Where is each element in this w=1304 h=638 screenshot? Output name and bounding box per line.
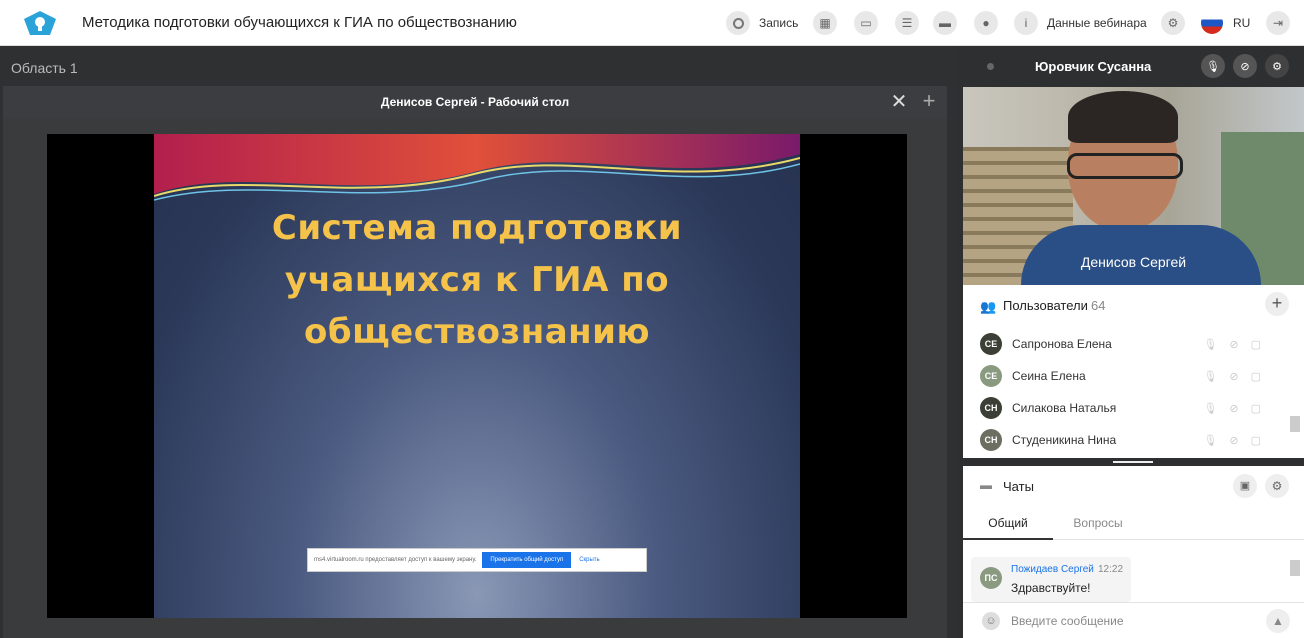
user-controls-icon[interactable]: 🎙⊘▢ (1203, 402, 1273, 415)
screen-share-icon[interactable]: ▭ (854, 11, 878, 35)
screen-share-window: Денисов Сергей - Рабочий стол ✕ + Систем… (3, 86, 947, 638)
info-icon: i (1014, 11, 1038, 35)
app-logo[interactable] (22, 9, 58, 37)
share-bar-text: ms4.virtualroom.ru предоставляет доступ … (314, 557, 477, 563)
status-dot (987, 63, 994, 70)
camera-off-icon[interactable]: ⊘ (1233, 54, 1257, 78)
message-time: 12:22 (1098, 564, 1124, 575)
users-scrollbar[interactable] (1290, 416, 1300, 432)
webinar-data-label: Данные вебинара (1047, 16, 1147, 30)
workspace: Область 1 Денисов Сергей - Рабочий стол … (0, 46, 957, 638)
list-item[interactable]: СН Студеникина Нина 🎙⊘▢ (963, 424, 1293, 456)
chat-archive-icon[interactable]: ▣ (1233, 474, 1257, 498)
user-name: Сеина Елена (1012, 369, 1086, 383)
users-count: 64 (1091, 298, 1106, 313)
stop-sharing-button[interactable]: Прекратить общий доступ (482, 552, 572, 568)
avatar: СН (980, 397, 1002, 419)
chat-tabs: Общий Вопросы (963, 508, 1304, 540)
users-header: 👥 Пользователи 64 + (963, 292, 1304, 324)
message-text: Здравствуйте! (1011, 581, 1091, 595)
message-input[interactable]: ☺ Введите сообщение ▲ (963, 602, 1304, 638)
emoji-icon[interactable]: ☺ (982, 612, 1000, 630)
slide-title-line: Система подготовки (271, 208, 683, 248)
message-author[interactable]: Пожидаев Сергей (1011, 564, 1094, 575)
language-label: RU (1233, 16, 1251, 30)
record-icon (726, 11, 750, 35)
send-icon[interactable]: ▲ (1266, 609, 1290, 633)
chat-message: ПС Пожидаев Сергей 12:22 Здравствуйте! (971, 557, 1131, 602)
person-hair (1068, 91, 1178, 143)
shared-screen: Система подготовки учащихся к ГИА по общ… (47, 134, 907, 618)
settings-gear-icon[interactable]: ⚙ (1265, 54, 1289, 78)
video-label: Денисов Сергей (1080, 254, 1187, 270)
record-label: Запись (759, 16, 799, 30)
user-name: Студеникина Нина (1012, 433, 1117, 447)
area-label: Область 1 (11, 60, 78, 76)
hide-link[interactable]: Скрыть (579, 557, 599, 563)
avatar: СН (980, 429, 1002, 451)
screen-share-bar: ms4.virtualroom.ru предоставляет доступ … (307, 548, 647, 572)
close-icon[interactable]: ✕ (889, 86, 909, 118)
document-icon[interactable]: ☰ (895, 11, 919, 35)
slide-title-line: обществознанию (303, 312, 651, 352)
chats-header: ▬ Чаты ▣ ⚙ (963, 471, 1304, 503)
users-label: Пользователи (1003, 298, 1088, 313)
avatar: СЕ (980, 333, 1002, 355)
presentation-slide: Система подготовки учащихся к ГИА по общ… (154, 134, 800, 618)
chats-label: Чаты (1003, 479, 1034, 494)
avatar: ПС (980, 567, 1002, 589)
top-bar: Методика подготовки обучающихся к ГИА по… (0, 0, 1304, 46)
user-controls-icon[interactable]: 🎙⊘▢ (1203, 338, 1273, 351)
resize-handle[interactable] (963, 458, 1304, 466)
person-glasses (1067, 153, 1183, 179)
tab-common[interactable]: Общий (963, 508, 1053, 540)
slide-title-line: учащихся к ГИА по (284, 260, 670, 300)
folder-icon[interactable]: ▬ (933, 11, 957, 35)
chat-settings-icon[interactable]: ⚙ (1265, 474, 1289, 498)
window-title: Денисов Сергей - Рабочий стол (3, 86, 947, 118)
list-item[interactable]: СЕ Сапронова Елена 🎙⊘▢ (963, 328, 1293, 360)
list-item[interactable]: СЕ Сеина Елена 🎙⊘▢ (963, 360, 1293, 392)
add-user-icon[interactable]: + (1265, 292, 1289, 316)
chat-scrollbar[interactable] (1290, 560, 1300, 576)
flag-icon (1201, 12, 1223, 34)
add-icon[interactable]: + (919, 86, 939, 118)
users-icon: 👥 (980, 299, 997, 314)
chat-icon: ▬ (980, 478, 992, 492)
mic-off-icon[interactable]: 🎙 (1201, 54, 1225, 78)
list-item[interactable]: СН Силакова Наталья 🎙⊘▢ (963, 392, 1293, 424)
webinar-data-button[interactable]: i Данные вебинара (1014, 11, 1147, 35)
user-name: Силакова Наталья (1012, 401, 1117, 415)
tab-questions[interactable]: Вопросы (1053, 508, 1143, 540)
avatar: СЕ (980, 365, 1002, 387)
language-selector[interactable]: RU (1201, 11, 1250, 35)
user-controls-icon[interactable]: 🎙⊘▢ (1203, 434, 1273, 447)
record-button[interactable]: Запись (726, 11, 798, 35)
user-settings-icon[interactable]: ● (974, 11, 998, 35)
right-panel: Юровчик Сусанна 🎙 ⊘ ⚙ Денисов Сергей 👥 П… (963, 46, 1304, 638)
apps-icon[interactable]: ▦ (813, 11, 837, 35)
presenter-name: Юровчик Сусанна (1035, 59, 1152, 74)
slide-title: Система подготовки учащихся к ГИА по общ… (154, 202, 800, 358)
gear-icon[interactable]: ⚙ (1161, 11, 1185, 35)
presenter-header: Юровчик Сусанна 🎙 ⊘ ⚙ (963, 46, 1304, 87)
webinar-title: Методика подготовки обучающихся к ГИА по… (82, 14, 517, 31)
users-list: СЕ Сапронова Елена 🎙⊘▢ СЕ Сеина Елена 🎙⊘… (963, 328, 1293, 456)
user-controls-icon[interactable]: 🎙⊘▢ (1203, 370, 1273, 383)
message-input-placeholder: Введите сообщение (1011, 614, 1124, 628)
exit-icon[interactable]: ⇥ (1266, 11, 1290, 35)
user-name: Сапронова Елена (1012, 337, 1112, 351)
video-feed: Денисов Сергей (963, 87, 1304, 285)
